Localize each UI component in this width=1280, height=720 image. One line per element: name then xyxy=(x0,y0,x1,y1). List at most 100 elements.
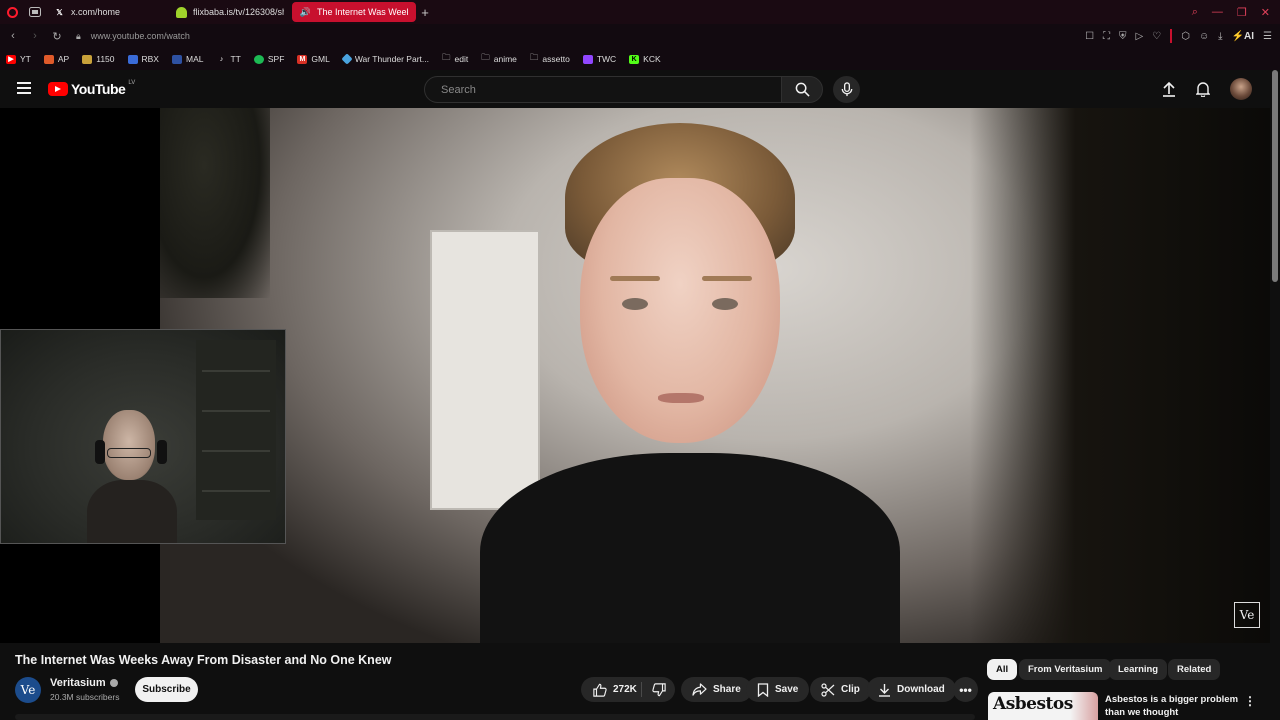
adblock-icon[interactable]: ⛨ xyxy=(1119,31,1127,42)
clip-button[interactable]: Clip xyxy=(810,677,871,702)
more-actions-button[interactable]: ••• xyxy=(953,677,978,702)
channel-name[interactable]: Veritasium xyxy=(50,677,118,689)
bookmark-rbx[interactable]: RBX xyxy=(127,54,159,64)
recommendation-title[interactable]: Asbestos is a bigger problem than we tho… xyxy=(1105,694,1240,719)
search-button[interactable] xyxy=(781,76,823,103)
tab-menu-icon[interactable] xyxy=(24,0,46,24)
url-text: www.youtube.com/watch xyxy=(90,30,190,41)
bookmark-folder-assetto[interactable]: 🗀 assetto xyxy=(530,52,570,66)
search-icon xyxy=(795,82,810,97)
chip-all[interactable]: All xyxy=(987,659,1018,680)
presenter-eye xyxy=(712,298,738,310)
heart-icon[interactable]: ♡ xyxy=(1152,31,1161,42)
header-actions xyxy=(1162,78,1252,100)
like-button[interactable]: 272K xyxy=(581,677,641,702)
youtube-play-icon xyxy=(48,82,68,96)
minimize-icon[interactable]: — xyxy=(1212,6,1223,18)
bookmark-gml[interactable]: M GML xyxy=(297,54,330,64)
bookmark-kck[interactable]: K KCK xyxy=(629,54,661,64)
search-tabs-icon[interactable]: ⌕ xyxy=(1192,6,1198,19)
youtube-logo[interactable]: YouTube LV xyxy=(48,80,135,97)
scrollbar-thumb[interactable] xyxy=(1272,70,1278,282)
bookmark-folder-edit[interactable]: 🗀 edit xyxy=(442,52,468,66)
more-horizontal-icon: ••• xyxy=(959,682,972,697)
back-icon[interactable]: ‹ xyxy=(4,30,22,42)
profile-icon[interactable]: ☺ xyxy=(1199,31,1209,42)
chip-from-veritasium[interactable]: From Veritasium xyxy=(1019,659,1112,680)
menu-icon[interactable]: ☰ xyxy=(1263,31,1272,42)
player-icon[interactable]: ▷ xyxy=(1136,31,1144,42)
recommendation-menu-icon[interactable]: ⋮ xyxy=(1244,694,1256,708)
extensions-icon[interactable]: ⬡ xyxy=(1181,31,1190,42)
video-title: The Internet Was Weeks Away From Disaste… xyxy=(15,653,392,667)
bookmarks-bar: ▶ YT AP 1150 RBX MAL ♪ TT SPF M GML War Thu… xyxy=(0,48,1280,70)
bookmark-1150[interactable]: 1150 xyxy=(82,54,115,64)
bookmark-war-thunder[interactable]: War Thunder Part... xyxy=(341,53,429,65)
roblox-icon xyxy=(127,54,138,64)
webcam-shelf xyxy=(196,340,276,520)
restore-icon[interactable]: ❐ xyxy=(1237,6,1247,19)
url-field[interactable]: 🔒︎ www.youtube.com/watch xyxy=(76,31,190,42)
bookmark-label: GML xyxy=(311,54,330,64)
forward-icon[interactable]: › xyxy=(26,30,44,42)
page-scrollbar[interactable] xyxy=(1270,70,1280,720)
share-label: Share xyxy=(713,684,741,695)
thumbs-up-icon xyxy=(593,683,607,697)
headphones-icon xyxy=(95,440,105,464)
video-player[interactable]: Ve xyxy=(0,108,1270,643)
webcam-person-body xyxy=(87,480,177,543)
like-count: 272K xyxy=(613,684,637,695)
tab-flixbaba[interactable]: flixbaba.is/tv/126308/sh... xyxy=(168,2,292,22)
opera-logo-icon[interactable] xyxy=(0,0,24,24)
channel-avatar[interactable]: Ve xyxy=(15,677,41,703)
address-bar-icons: ☐ ⛶ ⛨ ▷ ♡ ⬡ ☺ ⤓ ⚡AI ☰ xyxy=(1085,24,1272,48)
tab-youtube-active[interactable]: 🔊 The Internet Was Week... xyxy=(292,2,416,22)
bookmark-icon[interactable]: ☐ xyxy=(1085,31,1094,42)
chip-related[interactable]: Related xyxy=(1168,659,1221,680)
browser-tab-bar: 𝕏 x.com/home flixbaba.is/tv/126308/sh...… xyxy=(0,0,1280,24)
reload-icon[interactable]: ↻ xyxy=(48,30,66,43)
channel-watermark[interactable]: Ve xyxy=(1234,602,1260,628)
voice-search-button[interactable] xyxy=(833,76,860,103)
webcam-person xyxy=(87,410,177,543)
dislike-button[interactable] xyxy=(642,677,675,702)
headphones-icon xyxy=(157,440,167,464)
upload-icon[interactable] xyxy=(1162,81,1176,97)
microphone-icon xyxy=(841,82,852,97)
share-icon xyxy=(692,683,707,696)
tab-x-home[interactable]: 𝕏 x.com/home xyxy=(46,2,168,22)
mal-icon xyxy=(171,54,182,64)
subscribe-button[interactable]: Subscribe xyxy=(135,677,198,702)
bookmark-twc[interactable]: TWC xyxy=(582,54,616,64)
download-icon[interactable]: ⤓ xyxy=(1218,31,1222,42)
recommendation-thumbnail[interactable]: Asbestos xyxy=(988,692,1098,720)
bookmark-label: RBX xyxy=(141,54,159,64)
guide-menu-icon[interactable] xyxy=(17,82,31,94)
bookmark-folder-anime[interactable]: 🗀 anime xyxy=(481,52,517,66)
ai-button[interactable]: ⚡AI xyxy=(1232,31,1254,42)
lock-icon: 🔒︎ xyxy=(76,30,81,41)
presenter-brow xyxy=(702,276,752,281)
share-button[interactable]: Share xyxy=(681,677,752,702)
chip-learning[interactable]: Learning xyxy=(1109,659,1168,680)
bookmark-ap[interactable]: AP xyxy=(43,54,69,64)
bookmark-yt[interactable]: ▶ YT xyxy=(6,54,31,64)
subscriber-count: 20.3M subscribers xyxy=(50,692,120,702)
folder-icon: 🗀 xyxy=(441,52,451,62)
screenshot-icon[interactable]: ⛶ xyxy=(1103,31,1110,42)
youtube-icon: ▶ xyxy=(6,54,16,64)
bookmark-tt[interactable]: ♪ TT xyxy=(216,54,241,64)
save-button[interactable]: Save xyxy=(746,677,810,702)
bookmark-spf[interactable]: SPF xyxy=(253,54,285,64)
download-button[interactable]: Download xyxy=(867,677,956,702)
presenter-face xyxy=(580,178,780,443)
close-icon[interactable]: ✕ xyxy=(1261,6,1270,19)
thumbs-down-icon xyxy=(651,682,666,696)
kick-icon: K xyxy=(629,54,640,64)
new-tab-button[interactable]: + xyxy=(416,5,434,20)
notifications-bell-icon[interactable] xyxy=(1196,81,1210,97)
bookmark-label: SPF xyxy=(267,54,285,64)
search-input[interactable]: Search xyxy=(424,76,782,103)
account-avatar[interactable] xyxy=(1230,78,1252,100)
bookmark-mal[interactable]: MAL xyxy=(171,54,203,64)
